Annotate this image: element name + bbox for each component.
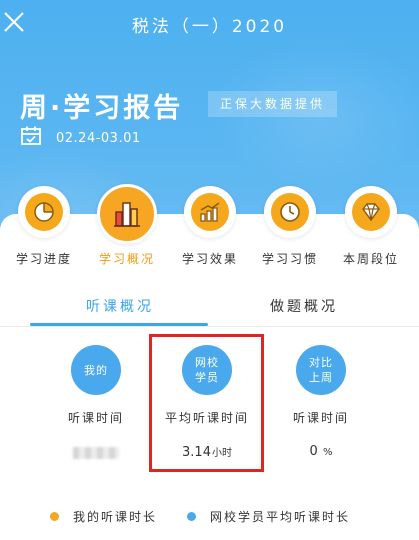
date-range-row: 02.24-03.01 [20,125,141,151]
stat-badge-mine: 我的 [71,345,121,395]
stat-my-listening: 我的 听课时间 [40,345,152,462]
legend-label: 网校学员平均听课时长 [210,510,351,524]
nav-label: 学习效果 [181,252,238,266]
nav-circle [18,186,70,238]
legend-dot-blue [187,512,196,521]
legend-dot-orange [50,512,59,521]
stat-number: 0 [309,444,318,459]
stat-badge-compare: 对比 上周 [296,345,346,395]
nav-circle [345,186,397,238]
nav-label: 学习进度 [15,252,72,266]
calendar-icon [20,125,42,151]
page-title: 税法（一）2020 [131,17,288,37]
tab-exercise-overview[interactable]: 做题概况 [224,296,384,316]
divider [0,326,419,327]
date-range: 02.24-03.01 [56,130,141,146]
nav-circle [97,184,157,244]
bar-chart-icon [108,195,146,233]
nav-item-progress[interactable]: 学习进度 [4,186,84,266]
nav-circle [264,186,316,238]
clock-icon [271,193,309,231]
diamond-icon [352,193,390,231]
legend-item-mine: 我的听课时长 [50,508,157,525]
pie-chart-icon [25,193,63,231]
nav-item-rank[interactable]: 本周段位 [331,186,411,266]
redacted-value [73,447,119,459]
nav-item-overview[interactable]: 学习概况 [87,184,167,266]
nav-label: 本周段位 [342,252,399,266]
tab-listening-overview[interactable]: 听课概况 [40,296,200,316]
stat-value: 0 % [265,444,377,462]
nav-label: 学习习惯 [261,252,318,266]
week-report-title: 周·学习报告 [20,93,184,124]
nav-label: 学习概况 [98,252,155,266]
stat-label: 听课时间 [67,411,124,425]
stat-badge-text: 对比 上周 [309,356,333,384]
nav-circle [184,186,236,238]
legend-label: 我的听课时长 [73,510,158,524]
nav-item-effect[interactable]: 学习效果 [170,186,250,266]
legend-item-average: 网校学员平均听课时长 [187,508,350,525]
data-provider-badge: 正保大数据提供 [208,91,338,117]
nav-item-habit[interactable]: 学习习惯 [250,186,330,266]
stat-value-blurred [40,444,152,462]
trend-chart-icon [191,193,229,231]
highlight-annotation-box [149,334,264,472]
stat-week-compare: 对比 上周 听课时间 0 % [265,345,377,462]
stat-unit: % [322,447,333,458]
stat-label: 听课时间 [292,411,349,425]
